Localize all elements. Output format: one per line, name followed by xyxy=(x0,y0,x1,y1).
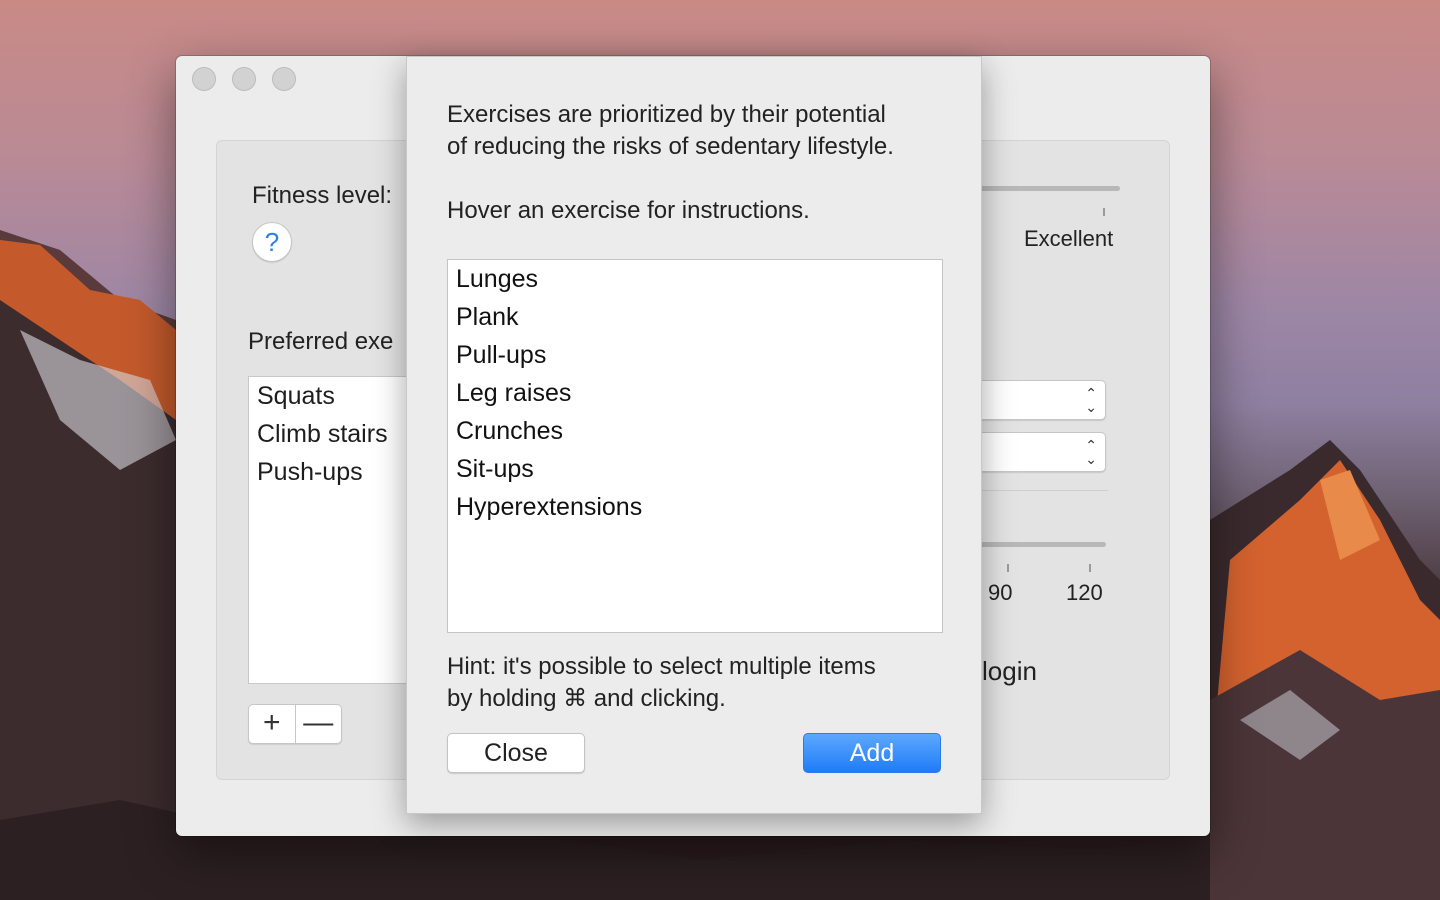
preferred-exercises-list[interactable]: Squats Climb stairs Push-ups xyxy=(248,376,428,684)
launch-at-login-label[interactable]: login xyxy=(982,656,1037,687)
chevron-updown-icon: ⌃ ⌄ xyxy=(1085,437,1097,467)
fitness-slider-track[interactable] xyxy=(976,186,1120,191)
fitness-slider-tick xyxy=(1103,208,1105,216)
list-item[interactable]: Lunges xyxy=(448,260,942,298)
intro-text-line1: Exercises are prioritized by their poten… xyxy=(447,101,886,128)
list-item[interactable]: Climb stairs xyxy=(249,415,427,453)
list-item[interactable]: Push-ups xyxy=(249,453,427,491)
duration-slider-tick xyxy=(1007,564,1009,572)
add-exercise-button[interactable]: + xyxy=(249,705,296,743)
intro-text-line2: of reducing the risks of sedentary lifes… xyxy=(447,133,894,160)
list-item[interactable]: Squats xyxy=(249,377,427,415)
hint-text-line2: by holding ⌘ and clicking. xyxy=(447,685,726,712)
fitness-level-label: Fitness level: xyxy=(252,182,393,209)
close-button[interactable]: Close xyxy=(447,733,585,773)
list-item[interactable]: Leg raises xyxy=(448,374,942,412)
zoom-window-button[interactable] xyxy=(272,67,296,91)
add-button[interactable]: Add xyxy=(803,733,941,773)
list-item[interactable]: Pull-ups xyxy=(448,336,942,374)
list-item[interactable]: Sit-ups xyxy=(448,450,942,488)
remove-exercise-button[interactable]: — xyxy=(296,705,342,743)
list-item[interactable]: Hyperextensions xyxy=(448,488,942,526)
preferred-exercises-label: Preferred exe xyxy=(248,328,394,355)
duration-tick-label: 90 xyxy=(988,580,1013,605)
help-button[interactable]: ? xyxy=(252,222,292,262)
list-item[interactable]: Plank xyxy=(448,298,942,336)
slider-label-excellent: Excellent xyxy=(1024,226,1114,251)
duration-slider-track[interactable] xyxy=(976,542,1106,547)
popup-select-2[interactable]: ⌃ ⌄ xyxy=(976,432,1106,472)
minimize-window-button[interactable] xyxy=(232,67,256,91)
add-remove-control: + — xyxy=(248,704,342,744)
popup-select-1[interactable]: ⌃ ⌄ xyxy=(976,380,1106,420)
window-controls xyxy=(192,67,296,91)
add-exercise-sheet: Exercises are prioritized by their poten… xyxy=(406,56,982,814)
list-item[interactable]: Crunches xyxy=(448,412,942,450)
exercise-list[interactable]: Lunges Plank Pull-ups Leg raises Crunche… xyxy=(447,259,943,633)
duration-slider-tick xyxy=(1089,564,1091,572)
duration-tick-label: 120 xyxy=(1066,580,1103,605)
hint-text-line1: Hint: it's possible to select multiple i… xyxy=(447,653,876,680)
close-window-button[interactable] xyxy=(192,67,216,91)
divider xyxy=(976,490,1108,491)
hover-instructions-text: Hover an exercise for instructions. xyxy=(447,197,810,224)
chevron-updown-icon: ⌃ ⌄ xyxy=(1085,385,1097,415)
